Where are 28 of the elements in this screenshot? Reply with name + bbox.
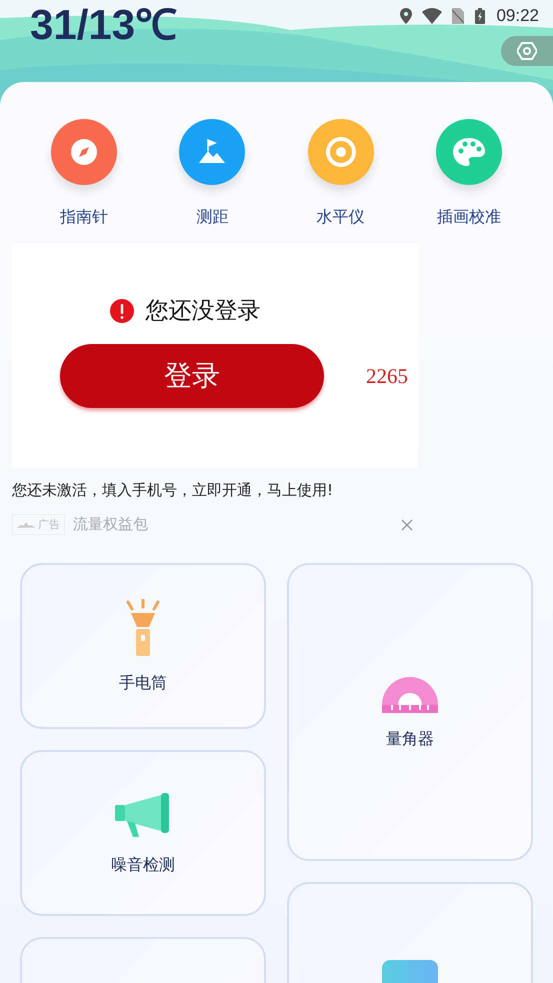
no-sim-icon	[452, 8, 464, 24]
ad-number: 2265	[366, 364, 408, 388]
ad-logo-icon	[17, 520, 35, 528]
tool-button[interactable]: 测距	[157, 119, 268, 228]
status-time: 09:22	[496, 6, 539, 26]
palette-icon	[452, 137, 486, 167]
wifi-icon	[422, 8, 442, 24]
login-warning: 您还没登录	[146, 297, 260, 326]
tool-button[interactable]: 插画校准	[414, 119, 524, 228]
alert-icon	[110, 298, 134, 322]
temperature: 31/13℃	[30, 0, 178, 50]
feature-card[interactable]: 量角器	[287, 563, 533, 861]
tool-button[interactable]: 指南针	[29, 119, 140, 228]
compass-icon	[69, 137, 100, 167]
feature-card[interactable]: 手电筒	[20, 563, 266, 729]
settings-button[interactable]	[501, 36, 553, 66]
close-icon[interactable]	[401, 518, 413, 530]
feature-card[interactable]: 噪音检测	[20, 750, 266, 916]
login-button[interactable]: 登录	[60, 344, 324, 408]
level-icon	[324, 135, 358, 169]
ad-tag-label: 广告	[38, 517, 60, 532]
protractor-icon	[380, 674, 440, 714]
settings-icon	[517, 41, 537, 61]
battery-icon	[474, 8, 486, 24]
tool-button[interactable]: 水平仪	[286, 119, 396, 228]
promo-text: 您还未激活，填入手机号，立即开通，马上使用!	[12, 481, 334, 500]
ad-title: 流量权益包	[73, 515, 148, 534]
location-icon	[400, 8, 412, 24]
